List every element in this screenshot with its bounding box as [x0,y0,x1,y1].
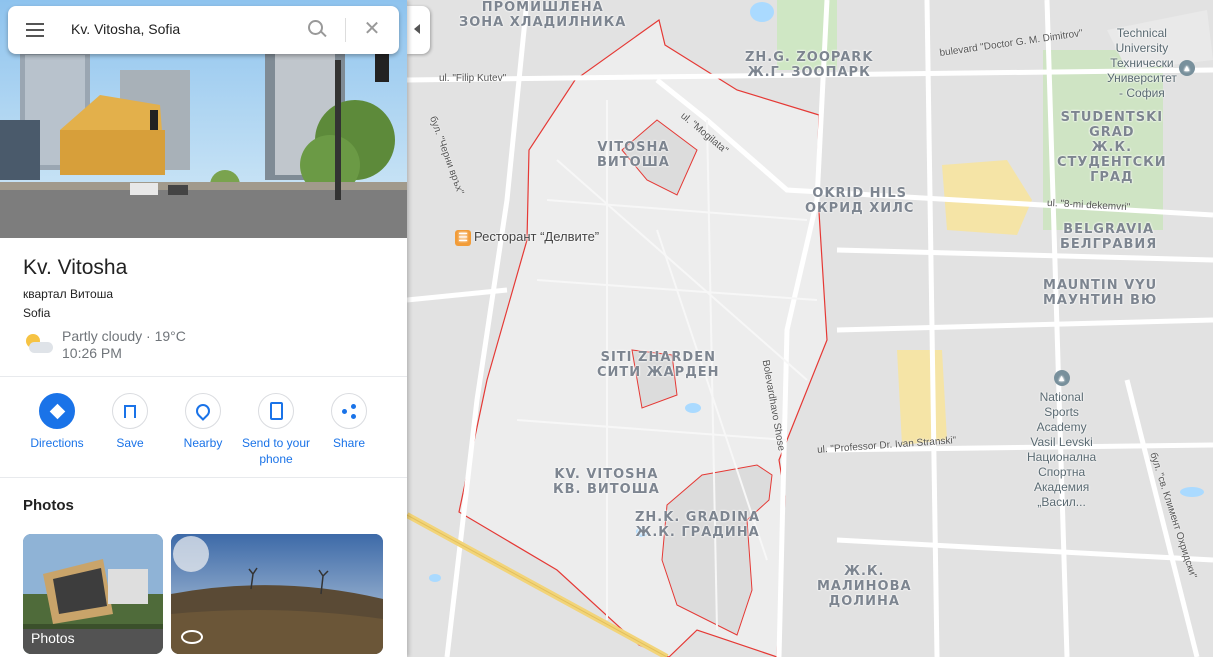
send-to-phone-button[interactable]: Send to your phone [240,393,312,467]
chevron-left-icon [414,24,420,34]
label-okrid-hils: OKRID HILS ОКРИД ХИЛС [805,186,915,216]
label-siti-zharden: SITI ZHARDEN СИТИ ЖАРДЕН [597,350,720,380]
360-view-icon [181,630,203,644]
bookmark-icon [112,393,148,429]
map-canvas[interactable]: ПРОМИШЛЕНА ЗОНА ХЛАДИЛНИКА ZH.G. ZOOPARK… [407,0,1213,657]
nearby-button[interactable]: Nearby [168,393,238,451]
divider-bottom [0,477,407,478]
label-kv-vitosha: KV. VITOSHA КВ. ВИТОША [553,467,660,497]
nearby-label: Nearby [183,436,223,450]
school-icon: ▲ [1178,60,1195,76]
search-divider [345,18,346,42]
directions-icon [39,393,75,429]
place-title: Kv. Vitosha [23,256,128,279]
photo-tile-360[interactable] [171,534,383,654]
label-vitosha-small: VITOSHA ВИТОША [597,140,670,170]
search-icon[interactable] [308,20,328,40]
save-button[interactable]: Save [95,393,165,451]
label-malinova-dolina: Ж.К. МАЛИНОВА ДОЛИНА [817,564,912,609]
label-zoopark: ZH.G. ZOOPARK Ж.Г. ЗООПАРК [745,50,874,80]
search-input[interactable]: Kv. Vitosha, Sofia [71,21,180,37]
label-gradina: ZH.K. GRADINA Ж.К. ГРАДИНА [635,510,761,540]
road-filip-kutev: ul. "Filip Kutev" [439,73,507,84]
share-label: Share [332,436,366,450]
photo-tile-building[interactable]: Photos [23,534,163,654]
poi-national-sports-academy[interactable]: ▲ National Sports Academy Vasil Levski Н… [1027,370,1096,510]
school-icon: ▲ [1053,370,1070,386]
menu-icon[interactable] [26,23,44,37]
share-icon [331,393,367,429]
label-mauntin-vyu: MAUNTIN VYU МАУНТИН ВЮ [1043,278,1158,308]
label-studentski-grad: STUDENTSKI GRAD Ж.К. СТУДЕНТСКИ ГРАД [1057,110,1167,185]
label-belgravia: BELGRAVIA БЕЛГРАВИЯ [1060,222,1158,252]
divider-top [0,376,407,377]
restaurant-icon: ☰ [455,229,471,246]
directions-label: Directions [30,436,84,450]
partly-cloudy-icon [23,332,55,356]
label-promishlena: ПРОМИШЛЕНА ЗОНА ХЛАДИЛНИКА [459,0,627,30]
place-subtitle: квартал Витоша [23,287,113,301]
poi-technical-university[interactable]: Technical University Технически Универси… [1107,26,1195,101]
poi-restaurant-delvite[interactable]: ☰ Ресторант “Делвите” [455,229,599,246]
photos-heading: Photos [23,497,74,514]
weather-time: 10:26 PM [62,345,122,361]
collapse-panel-button[interactable] [407,6,430,54]
nearby-icon [185,393,221,429]
send-to-phone-icon [258,393,294,429]
weather-condition: Partly cloudy · 19°C [62,328,186,344]
place-city: Sofia [23,306,51,320]
save-label: Save [116,436,144,450]
share-button[interactable]: Share [314,393,384,451]
map-graphics [407,0,1213,657]
place-panel: Kv. Vitosha, Sofia ✕ Kv. Vitosha квартал… [0,0,407,657]
photo-tile-label: Photos [31,630,75,646]
close-icon[interactable]: ✕ [362,19,382,39]
send-to-phone-label: Send to your phone [241,436,311,466]
directions-button[interactable]: Directions [22,393,92,451]
search-box: Kv. Vitosha, Sofia ✕ [8,6,399,54]
